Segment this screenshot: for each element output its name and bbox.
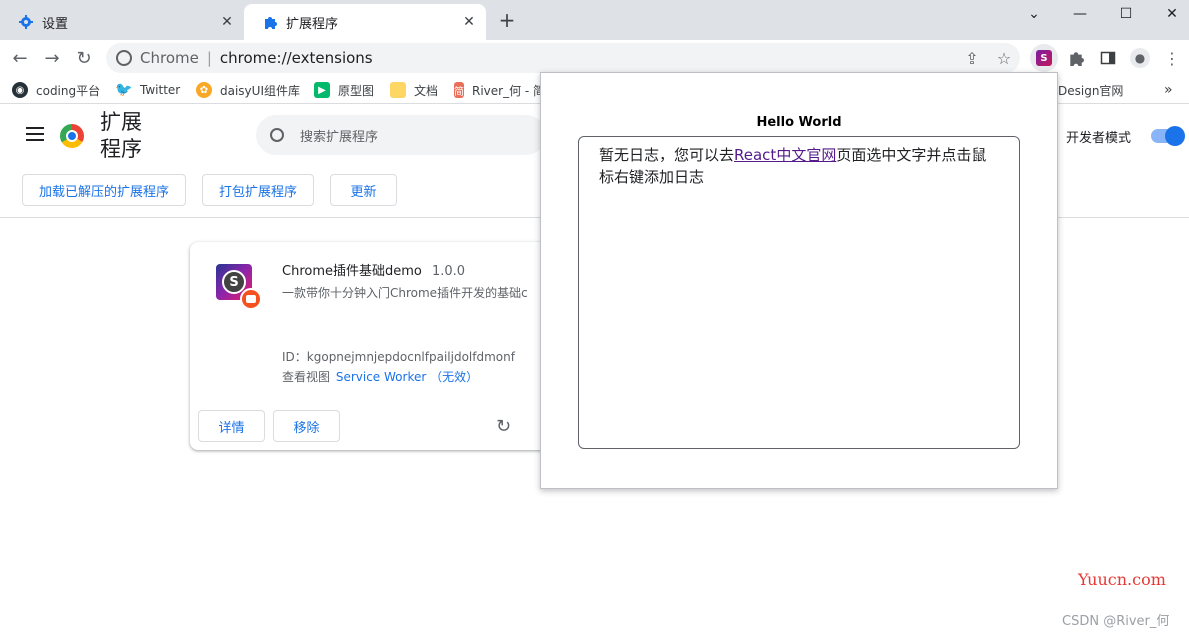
forward-icon[interactable]: → xyxy=(40,46,64,70)
popup-title: Hello World xyxy=(756,115,842,130)
service-worker-link[interactable]: Service Worker xyxy=(336,370,426,384)
extension-id-row: ID：kgopnejmnjepdocnlfpailjdolfdmonf xyxy=(282,348,515,365)
kebab-menu-icon[interactable]: ⋮ xyxy=(1160,46,1184,70)
bookmark-prototype[interactable]: ▶ 原型图 xyxy=(314,80,374,100)
new-tab-button[interactable]: + xyxy=(495,9,519,33)
bookmark-coding[interactable]: ◉ coding平台 xyxy=(12,80,100,100)
url-text: chrome://extensions xyxy=(219,49,373,67)
close-icon[interactable]: ✕ xyxy=(218,13,236,31)
extension-description: 一款带你十分钟入门Chrome插件开发的基础c xyxy=(282,286,528,300)
extension-id: kgopnejmnjepdocnlfpailjdolfdmonf xyxy=(306,350,515,364)
coding-icon: ◉ xyxy=(12,82,28,98)
load-unpacked-button[interactable]: 加载已解压的扩展程序 xyxy=(22,174,186,206)
folder-icon xyxy=(390,82,406,98)
puzzle-icon[interactable] xyxy=(1064,46,1088,70)
search-icon xyxy=(270,128,284,142)
bookmark-label: River_何 - 简 xyxy=(472,83,540,98)
page-title: 扩展程序 xyxy=(100,110,142,161)
reload-extension-icon[interactable]: ↻ xyxy=(496,416,511,437)
hamburger-menu-icon[interactable] xyxy=(26,127,44,143)
twitter-icon: 🐦 xyxy=(115,82,133,98)
close-icon[interactable]: ✕ xyxy=(460,13,478,31)
site-label: Chrome xyxy=(140,49,199,67)
dev-mode-toggle[interactable] xyxy=(1151,126,1185,146)
bookmark-label: 文档 xyxy=(414,83,439,98)
maximize-button[interactable]: ☐ xyxy=(1103,0,1149,28)
react-docs-link[interactable]: React中文官网 xyxy=(734,146,836,164)
back-icon[interactable]: ← xyxy=(8,46,32,70)
play-icon: ▶ xyxy=(314,82,330,98)
bookmark-label: 原型图 xyxy=(338,83,375,98)
close-window-button[interactable]: ✕ xyxy=(1149,0,1189,28)
extension-popup: Hello World 暂无日志，您可以去React中文官网页面选中文字并点击鼠… xyxy=(540,72,1058,489)
bookmark-jianshu[interactable]: 简 River_何 - 简 xyxy=(454,80,540,100)
more-bookmarks-icon[interactable]: » xyxy=(1164,80,1173,100)
bookmark-twitter[interactable]: 🐦 Twitter xyxy=(115,80,181,100)
dev-mode-label: 开发者模式 xyxy=(1066,131,1132,146)
tab-strip: 设置 ✕ 扩展程序 ✕ + ⌄ — ☐ ✕ xyxy=(0,0,1189,40)
inspect-views-row: 查看视图 Service Worker （无效） xyxy=(282,368,478,385)
minimize-button[interactable]: — xyxy=(1057,0,1103,28)
reload-icon[interactable]: ↻ xyxy=(72,46,96,70)
id-label: ID： xyxy=(282,350,307,364)
extension-name: Chrome插件基础demo xyxy=(282,264,422,279)
toolbar: ← → ↻ Chrome | chrome://extensions ⇪ ☆ S… xyxy=(0,40,1189,76)
tab-label: 扩展程序 xyxy=(286,16,339,32)
bookmark-label: Twitter xyxy=(140,83,181,97)
view-label: 查看视图 xyxy=(282,370,331,384)
puzzle-icon xyxy=(262,14,278,30)
jianshu-icon: 简 xyxy=(454,82,464,98)
author-watermark: CSDN @River_何 xyxy=(1062,614,1170,629)
bookmark-docs[interactable]: 文档 xyxy=(390,80,438,100)
details-button[interactable]: 详情 xyxy=(198,410,265,442)
view-status: （无效） xyxy=(430,370,479,384)
bookmark-label: daisyUI组件库 xyxy=(220,83,300,98)
tab-search-icon[interactable]: ⌄ xyxy=(1011,0,1057,28)
bookmark-daisyui[interactable]: ✿ daisyUI组件库 xyxy=(196,80,300,100)
extension-version: 1.0.0 xyxy=(432,264,466,279)
profile-avatar-icon[interactable]: ● xyxy=(1128,46,1152,70)
search-placeholder: 搜索扩展程序 xyxy=(300,129,379,145)
share-icon[interactable]: ⇪ xyxy=(960,46,984,70)
log-box: 暂无日志，您可以去React中文官网页面选中文字并点击鼠标右键添加日志 xyxy=(578,136,1020,449)
bookmark-design[interactable]: Design官网 xyxy=(1058,80,1123,100)
chrome-logo-icon xyxy=(60,124,84,148)
tab-label: 设置 xyxy=(42,16,69,32)
site-watermark: Yuucn.com xyxy=(1078,570,1166,589)
update-button[interactable]: 更新 xyxy=(330,174,397,206)
side-panel-icon[interactable] xyxy=(1096,46,1120,70)
star-icon[interactable]: ☆ xyxy=(992,46,1016,70)
address-bar[interactable]: Chrome | chrome://extensions xyxy=(106,43,1020,73)
chrome-icon xyxy=(116,50,132,66)
gear-icon xyxy=(18,14,34,30)
bookmark-label: Design官网 xyxy=(1058,83,1124,98)
flower-icon: ✿ xyxy=(196,82,212,98)
divider: | xyxy=(206,49,212,67)
extension-s-icon[interactable]: S xyxy=(1030,44,1058,72)
pack-extension-button[interactable]: 打包扩展程序 xyxy=(202,174,314,206)
remove-button[interactable]: 移除 xyxy=(273,410,340,442)
record-badge-icon xyxy=(240,288,262,310)
extension-title-row: Chrome插件基础demo 1.0.0 xyxy=(282,260,465,279)
tab-settings[interactable]: 设置 ✕ xyxy=(0,4,244,40)
search-input[interactable]: 搜索扩展程序 xyxy=(256,115,546,155)
bookmark-label: coding平台 xyxy=(36,83,101,98)
tab-extensions[interactable]: 扩展程序 ✕ xyxy=(244,4,486,40)
log-prefix: 暂无日志，您可以去 xyxy=(599,146,735,164)
